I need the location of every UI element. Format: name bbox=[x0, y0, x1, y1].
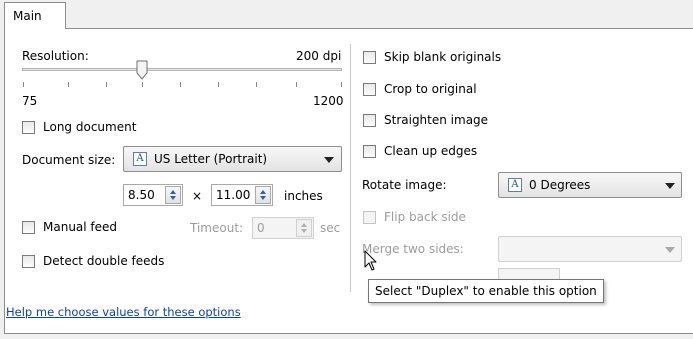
crop-checkbox[interactable] bbox=[363, 83, 376, 96]
width-value: 8.50 bbox=[128, 188, 155, 202]
resolution-min-label: 75 bbox=[22, 94, 38, 108]
height-value: 11.00 bbox=[216, 188, 251, 202]
long-document-checkbox[interactable] bbox=[22, 121, 35, 134]
timeout-label: Timeout: bbox=[190, 221, 244, 235]
document-size-value: US Letter (Portrait) bbox=[154, 152, 268, 166]
detect-double-feeds-label: Detect double feeds bbox=[43, 254, 165, 268]
flip-back-label: Flip back side bbox=[384, 210, 466, 224]
manual-feed-checkbox[interactable] bbox=[22, 221, 35, 234]
resolution-slider-thumb[interactable] bbox=[136, 60, 148, 80]
resolution-value: 200 dpi bbox=[296, 49, 342, 63]
spin-arrows-icon bbox=[170, 190, 176, 200]
timeout-unit: sec bbox=[320, 221, 341, 235]
slider-tick bbox=[68, 82, 69, 87]
tab-main-label: Main bbox=[13, 9, 42, 23]
resolution-slider-track[interactable] bbox=[22, 68, 342, 71]
rotate-label: Rotate image: bbox=[362, 178, 447, 192]
duplex-tooltip: Select "Duplex" to enable this option bbox=[368, 279, 604, 303]
slider-tick bbox=[142, 82, 143, 87]
spin-arrows-icon bbox=[260, 190, 266, 200]
slider-tick bbox=[106, 82, 107, 87]
chevron-down-icon bbox=[665, 183, 675, 189]
width-input[interactable]: 8.50 bbox=[123, 184, 183, 206]
merge-dropdown[interactable] bbox=[498, 236, 682, 262]
tab-main[interactable]: Main bbox=[4, 2, 66, 29]
timeout-spin-button[interactable] bbox=[296, 219, 312, 237]
slider-tick bbox=[23, 82, 24, 87]
slider-tick bbox=[341, 82, 342, 87]
resolution-label: Resolution: bbox=[22, 49, 89, 63]
manual-feed-label: Manual feed bbox=[43, 220, 118, 234]
chevron-down-icon bbox=[324, 157, 334, 163]
arrow-cursor-icon bbox=[364, 250, 378, 275]
slider-tick bbox=[180, 82, 181, 87]
resolution-max-label: 1200 bbox=[313, 94, 344, 108]
font-a-icon: A bbox=[508, 178, 522, 192]
crop-label: Crop to original bbox=[384, 82, 477, 96]
chevron-down-icon bbox=[665, 247, 675, 253]
spin-arrows-icon bbox=[301, 223, 307, 233]
clean-edges-checkbox[interactable] bbox=[363, 145, 376, 158]
slider-tick bbox=[296, 82, 297, 87]
skip-blank-label: Skip blank originals bbox=[384, 50, 502, 64]
clean-edges-label: Clean up edges bbox=[384, 144, 478, 158]
height-input[interactable]: 11.00 bbox=[211, 184, 273, 206]
straighten-label: Straighten image bbox=[384, 113, 489, 127]
document-size-dropdown[interactable]: A US Letter (Portrait) bbox=[123, 146, 342, 172]
long-document-label: Long document bbox=[43, 120, 137, 134]
rotate-dropdown[interactable]: A 0 Degrees bbox=[498, 172, 682, 198]
height-spin-button[interactable] bbox=[255, 186, 271, 204]
timeout-input[interactable]: 0 bbox=[252, 217, 314, 239]
times-symbol: × bbox=[192, 189, 203, 203]
rotate-value: 0 Degrees bbox=[529, 178, 591, 192]
font-a-icon: A bbox=[133, 152, 147, 166]
detect-double-feeds-checkbox[interactable] bbox=[22, 255, 35, 268]
flip-back-checkbox[interactable] bbox=[363, 211, 376, 224]
straighten-checkbox[interactable] bbox=[363, 114, 376, 127]
slider-tick bbox=[256, 82, 257, 87]
width-spin-button[interactable] bbox=[165, 186, 181, 204]
skip-blank-checkbox[interactable] bbox=[363, 51, 376, 64]
document-size-label: Document size: bbox=[22, 153, 116, 167]
column-divider bbox=[350, 44, 351, 292]
dimension-unit: inches bbox=[284, 189, 323, 203]
help-link[interactable]: Help me choose values for these options bbox=[6, 305, 241, 319]
slider-tick bbox=[218, 82, 219, 87]
timeout-value: 0 bbox=[257, 221, 265, 235]
